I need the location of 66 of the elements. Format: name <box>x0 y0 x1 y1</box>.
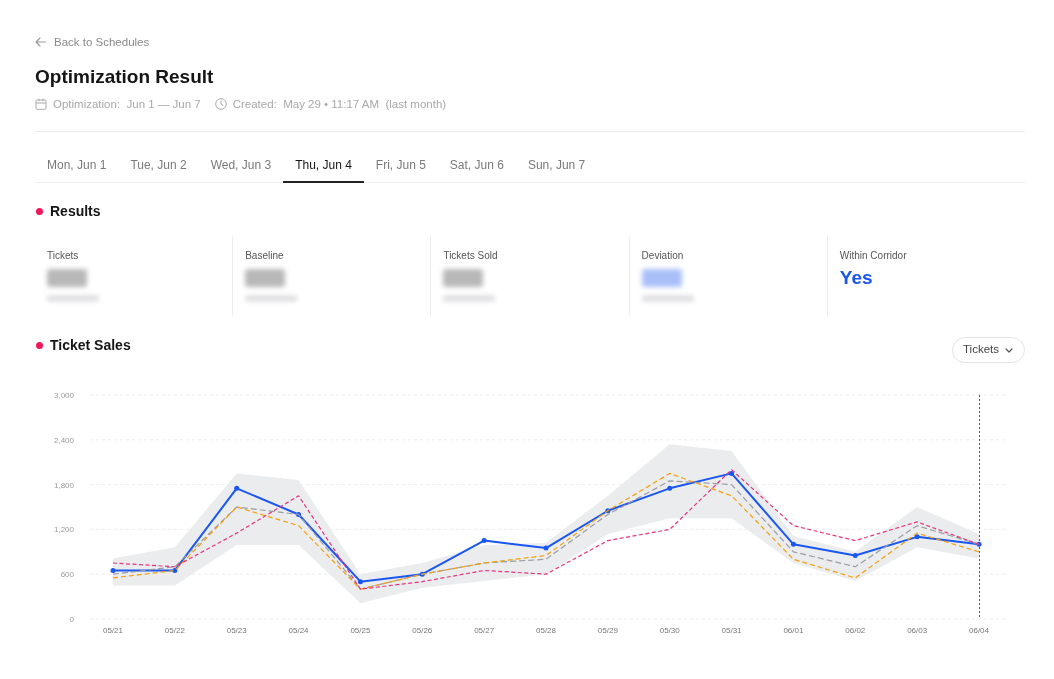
data-point-icon <box>729 470 735 476</box>
data-point-icon <box>357 579 363 585</box>
blurred-subtext <box>641 295 694 302</box>
metric-dropdown[interactable]: Tickets <box>952 337 1025 363</box>
meta-text: Created: May 29 • 11:17 AM (last month) <box>232 97 447 112</box>
day-tab[interactable]: Mon, Jun 1 <box>35 147 119 183</box>
x-axis-label: 05/31 <box>721 626 742 635</box>
chevron-down-icon <box>1005 347 1013 353</box>
day-tab[interactable]: Sun, Jun 7 <box>515 147 598 183</box>
meta-text: Optimization: Jun 1 — Jun 7 <box>53 97 201 112</box>
x-axis-label: 06/01 <box>783 626 804 635</box>
blurred-subtext <box>245 295 298 302</box>
x-axis-label: 05/29 <box>597 626 618 635</box>
x-axis-label: 05/21 <box>103 626 123 635</box>
data-point-icon <box>605 508 611 514</box>
back-link[interactable]: Back to Schedules <box>35 34 150 50</box>
day-tab[interactable]: Fri, Jun 5 <box>363 147 438 183</box>
x-axis-label: 06/04 <box>969 626 989 635</box>
x-axis-label: 06/02 <box>845 626 866 635</box>
back-arrow-icon <box>35 37 46 47</box>
data-point-icon <box>172 567 178 573</box>
data-point-icon <box>296 511 302 517</box>
data-point-icon <box>110 567 116 573</box>
x-axis-label: 05/27 <box>474 626 495 635</box>
y-axis-label: 1,800 <box>53 480 74 490</box>
metric-label: Deviation <box>641 250 684 262</box>
data-point-icon <box>419 571 425 577</box>
data-point-icon <box>234 485 240 491</box>
x-axis-label: 05/24 <box>288 626 309 635</box>
y-axis-label: 3,000 <box>53 391 74 400</box>
x-axis-label: 05/22 <box>164 626 185 635</box>
data-point-icon <box>976 541 982 547</box>
x-axis-label: 05/30 <box>659 626 680 635</box>
y-axis-label: 600 <box>60 570 74 580</box>
day-tab[interactable]: Sat, Jun 6 <box>437 147 516 183</box>
x-axis-label: 05/25 <box>350 626 371 635</box>
page-title: Optimization Result <box>35 65 214 89</box>
y-axis-label: 2,400 <box>53 435 74 445</box>
calendar-icon <box>35 98 47 110</box>
blurred-subtext <box>443 295 496 302</box>
metric-label: Baseline <box>245 250 284 262</box>
bullet-dot-icon <box>36 341 43 349</box>
data-point-icon <box>481 538 487 544</box>
metric-value: Yes <box>839 266 873 290</box>
data-point-icon <box>790 541 796 547</box>
day-tab[interactable]: Thu, Jun 4 <box>283 147 364 183</box>
data-point-icon <box>667 485 673 491</box>
y-axis-label: 1,200 <box>53 525 74 535</box>
section-title: Ticket Sales <box>50 336 131 355</box>
x-axis-label: 05/23 <box>226 626 247 635</box>
metric-label: Within Corridor <box>839 250 907 262</box>
metric-label: Tickets <box>47 250 79 262</box>
data-point-icon <box>543 545 549 551</box>
y-axis-label: 0 <box>69 615 74 624</box>
day-tab[interactable]: Tue, Jun 2 <box>118 147 199 183</box>
data-point-icon <box>852 553 858 559</box>
day-tab[interactable]: Wed, Jun 3 <box>198 147 284 183</box>
section-title: Results <box>50 202 101 221</box>
blurred-subtext <box>47 295 99 302</box>
x-axis-label: 05/26 <box>412 626 433 635</box>
data-point-icon <box>914 534 920 540</box>
bullet-dot-icon <box>36 207 43 215</box>
x-axis-label: 06/03 <box>907 626 928 635</box>
clock-icon <box>214 98 227 110</box>
metric-label: Tickets Sold <box>443 250 498 262</box>
x-axis-label: 05/28 <box>536 626 556 635</box>
